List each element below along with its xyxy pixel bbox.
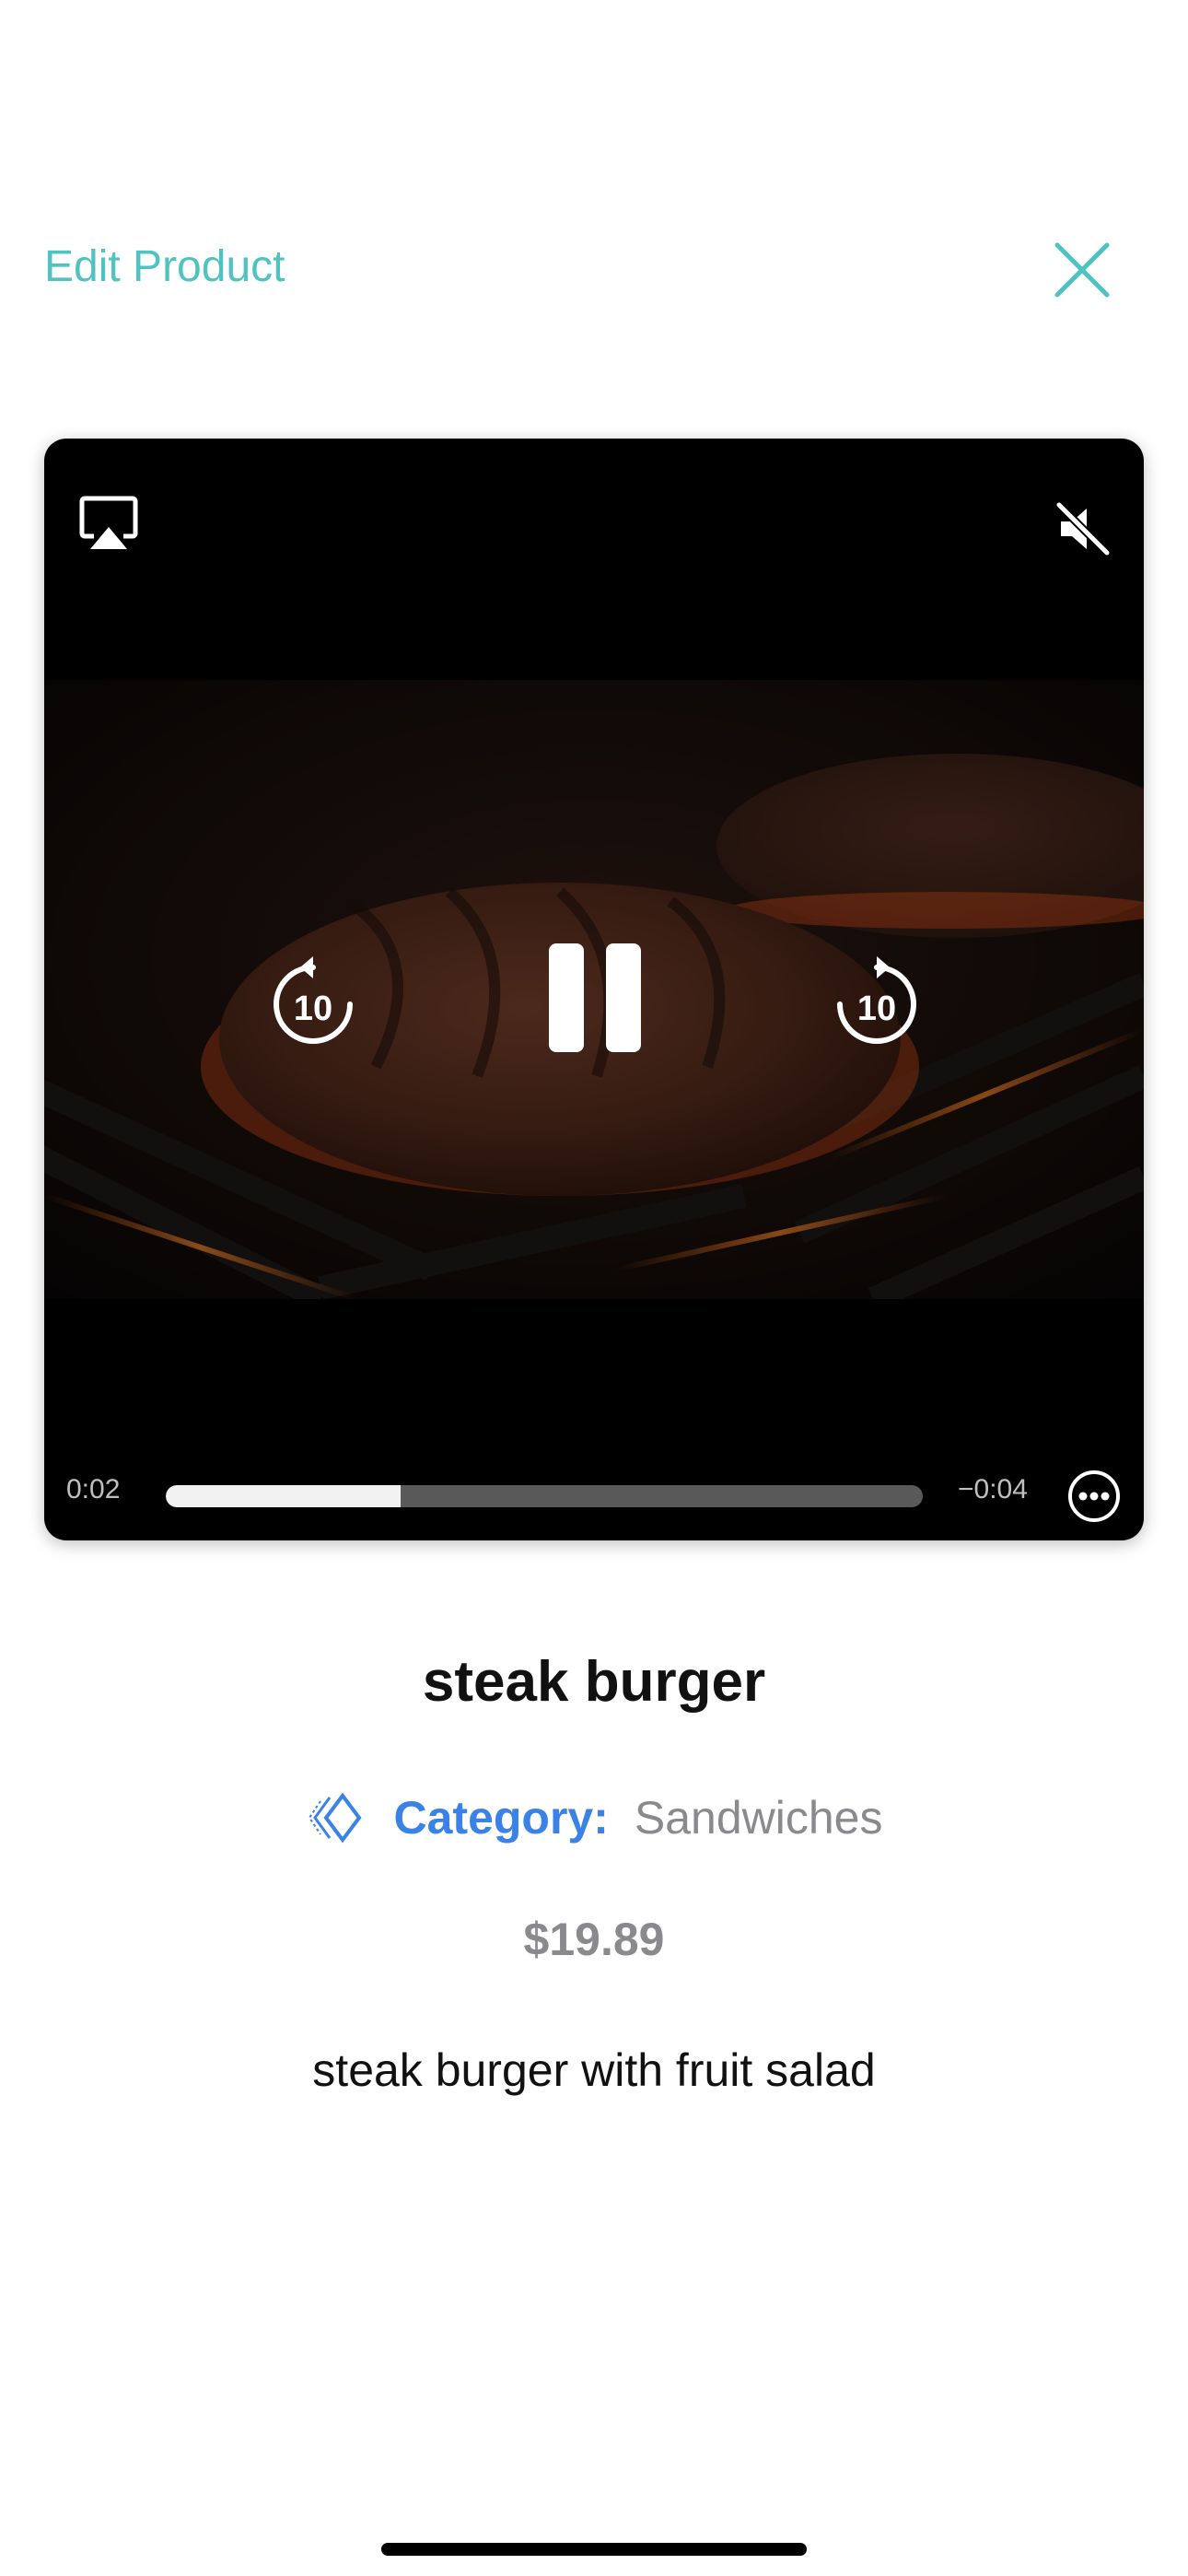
skip-back-button[interactable]: 10 (271, 954, 355, 1047)
video-player[interactable]: 10 10 0:02 −0:04 (44, 439, 1144, 1540)
category-value: Sandwiches (634, 1792, 883, 1844)
category-row: Category: Sandwiches (0, 1791, 1188, 1844)
elapsed-time: 0:02 (66, 1474, 121, 1505)
more-options-icon (1068, 1470, 1120, 1522)
skip-forward-button[interactable]: 10 (834, 954, 919, 1047)
skip-forward-label: 10 (856, 989, 897, 1028)
product-description: steak burger with fruit salad (312, 2044, 876, 2096)
skip-back-label: 10 (293, 989, 333, 1028)
airplay-icon (79, 496, 138, 549)
home-indicator[interactable] (381, 2543, 807, 2556)
speaker-muted-icon (1055, 501, 1111, 556)
close-button[interactable] (1050, 238, 1114, 302)
remaining-time: −0:04 (958, 1474, 1028, 1505)
more-options-button[interactable] (1066, 1469, 1122, 1524)
mute-button[interactable] (1055, 501, 1111, 556)
progress-fill (166, 1485, 401, 1507)
product-price: $19.89 (523, 1914, 665, 1965)
close-icon (1054, 242, 1110, 298)
progress-bar[interactable] (166, 1485, 923, 1507)
edit-product-title: Edit Product (44, 242, 285, 291)
category-icon (308, 1792, 361, 1844)
category-label: Category: (393, 1792, 609, 1844)
product-name: steak burger (422, 1650, 766, 1714)
pause-button[interactable] (549, 943, 641, 1052)
pause-icon (549, 943, 641, 1052)
airplay-button[interactable] (79, 496, 138, 551)
